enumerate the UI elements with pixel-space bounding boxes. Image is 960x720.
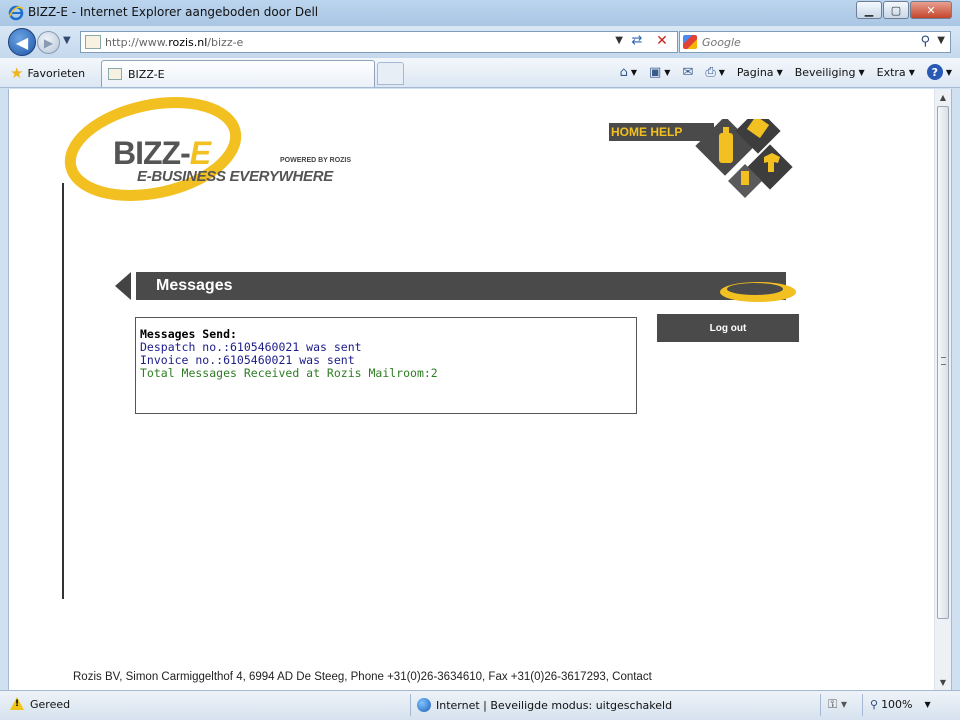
zoom-control[interactable]: ⚲ 100% ▼ xyxy=(870,698,931,711)
tab-title: BIZZ-E xyxy=(128,67,165,81)
search-icon[interactable]: ⚲ xyxy=(920,34,930,49)
title-bar: BIZZ-E - Internet Explorer aangeboden do… xyxy=(0,0,960,26)
logout-button[interactable]: Log out xyxy=(657,314,799,342)
command-bar: ⌂ ▼ ▣ ▼ ✉ ⎙ ▼ Pagina ▼ Beveiliging ▼ Extra ▼ ?… xyxy=(608,64,952,80)
zone-text: Internet | Beveiligde modus: uitgeschake… xyxy=(436,698,673,712)
favorites-label: Favorieten xyxy=(27,66,86,80)
bizz-e-logo[interactable]: BIZZ-E POWERED BY ROZIS E-BUSINESS EVERY… xyxy=(63,97,363,203)
search-dropdown-icon[interactable]: ▼ xyxy=(937,35,945,46)
refresh-icon[interactable]: ⇄ xyxy=(627,33,647,51)
security-zone[interactable]: Internet | Beveiligde modus: uitgeschake… xyxy=(417,698,672,712)
rss-icon: ▣ xyxy=(649,64,662,80)
page-footer: Rozis BV, Simon Carmiggelthof 4, 6994 AD… xyxy=(73,671,652,683)
back-triangle-icon xyxy=(115,272,131,300)
minimize-button[interactable]: ▁ xyxy=(856,1,882,19)
zoom-level: 100% xyxy=(881,698,913,711)
zoom-dropdown-icon[interactable]: ▼ xyxy=(925,700,931,709)
close-window-button[interactable]: ✕ xyxy=(910,1,952,19)
forward-arrow-icon: ▶ xyxy=(43,35,54,50)
favorites-button[interactable]: ★ Favorieten xyxy=(10,62,85,84)
address-url[interactable]: http://www.rozis.nl/bizz-e xyxy=(105,36,243,49)
feeds-button[interactable]: ▣ ▼ xyxy=(649,65,670,80)
status-bar: ! Gereed Internet | Beveiligde modus: ui… xyxy=(0,690,960,720)
product-diamond-icon xyxy=(695,119,793,198)
tab-bizz-e[interactable]: BIZZ-E xyxy=(101,60,375,87)
navigation-bar: ◀ ▶ ▼ http://www.rozis.nl/bizz-e ▼ ⇄ ✕ ⚲… xyxy=(0,26,960,58)
extra-menu[interactable]: Extra ▼ xyxy=(877,66,915,79)
messages-box: Messages Send: Despatch no.:6105460021 w… xyxy=(135,317,637,414)
address-dropdown-icon[interactable]: ▼ xyxy=(615,35,623,46)
logo-tagline: E-BUSINESS EVERYWHERE xyxy=(137,168,333,185)
logo-brand-text: BIZZ-E xyxy=(113,135,211,171)
globe-icon xyxy=(417,698,431,712)
message-total: Total Messages Received at Rozis Mailroo… xyxy=(140,366,438,380)
ie-logo-icon xyxy=(8,5,24,21)
maximize-button[interactable]: ▢ xyxy=(883,1,909,19)
new-tab-button[interactable] xyxy=(377,62,404,85)
help-menu[interactable]: ? ▼ xyxy=(926,64,952,80)
mail-button[interactable]: ✉ xyxy=(682,65,693,80)
forward-button[interactable]: ▶ xyxy=(37,31,60,54)
scroll-up-icon[interactable]: ▲ xyxy=(935,89,951,105)
home-help-nav: HOME HELP xyxy=(609,119,809,219)
security-menu[interactable]: Beveiliging ▼ xyxy=(795,66,865,79)
help-icon: ? xyxy=(926,64,943,80)
messages-header-band xyxy=(136,272,786,300)
window-title: BIZZ-E - Internet Explorer aangeboden do… xyxy=(28,5,319,19)
tab-page-icon xyxy=(108,68,122,80)
left-divider xyxy=(62,183,64,599)
status-text: Gereed xyxy=(30,698,71,711)
mail-icon: ✉ xyxy=(682,64,694,80)
powered-by-text: POWERED BY ROZIS xyxy=(280,157,352,164)
printer-icon: ⎙ xyxy=(705,64,716,80)
protected-mode-icon[interactable]: ⚿ ▾ xyxy=(828,697,847,712)
google-icon xyxy=(683,35,697,49)
home-icon: ⌂ xyxy=(619,64,628,80)
favorites-bar: ★ Favorieten BIZZ-E ⌂ ▼ ▣ ▼ ✉ ⎙ ▼ Pagina ▼ B… xyxy=(0,58,960,88)
stop-icon[interactable]: ✕ xyxy=(653,33,671,51)
scroll-down-icon[interactable]: ▼ xyxy=(935,674,951,690)
back-button[interactable]: ◀ xyxy=(8,28,36,56)
search-bar[interactable]: ⚲ ▼ xyxy=(679,31,951,53)
scroll-thumb[interactable] xyxy=(937,106,949,619)
page-viewport: BIZZ-E POWERED BY ROZIS E-BUSINESS EVERY… xyxy=(8,89,952,690)
page-menu[interactable]: Pagina ▼ xyxy=(737,66,783,79)
page-icon xyxy=(85,35,101,49)
back-arrow-icon: ◀ xyxy=(15,32,29,52)
messages-header: Messages xyxy=(115,272,805,312)
logo-swoosh-icon xyxy=(64,97,242,201)
print-button[interactable]: ⎙ ▼ xyxy=(705,65,725,80)
address-bar[interactable]: http://www.rozis.nl/bizz-e ▼ ⇄ ✕ xyxy=(80,31,678,53)
section-title: Messages xyxy=(156,277,233,294)
home-button[interactable]: ⌂ ▼ xyxy=(620,65,637,80)
swoosh-icon xyxy=(720,282,796,302)
star-icon: ★ xyxy=(10,64,24,82)
recent-pages-dropdown[interactable]: ▼ xyxy=(63,35,71,46)
vertical-scrollbar[interactable]: ▲ ▼ xyxy=(934,89,951,690)
search-input[interactable] xyxy=(702,34,912,50)
zoom-icon: ⚲ xyxy=(870,698,879,711)
